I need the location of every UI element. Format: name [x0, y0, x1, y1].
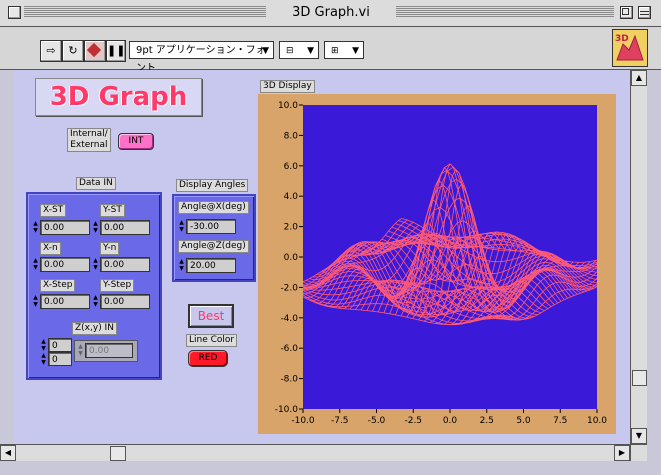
front-panel: 3D Graph Internal/ External INT Data IN …	[14, 70, 630, 444]
x-n-label: X-n	[40, 242, 61, 255]
x-tick-label: 2.5	[480, 416, 494, 426]
grow-box-icon[interactable]	[630, 444, 647, 461]
display-angles-label: Display Angles	[176, 179, 249, 192]
x-st-input[interactable]: 0.00	[40, 220, 90, 235]
x-step-input[interactable]: 0.00	[40, 294, 90, 309]
x-n-input[interactable]: 0.00	[40, 257, 90, 272]
align-icon: ⊟	[286, 46, 294, 56]
y-tick-label: -8.0	[280, 375, 298, 385]
x-tick-label: -10.0	[291, 416, 315, 426]
chevron-down-icon: ▼	[307, 46, 314, 56]
zxy-index1-input[interactable]: 0	[48, 338, 72, 352]
line-color-button[interactable]: RED	[188, 350, 228, 367]
data-in-label: Data IN	[76, 177, 116, 190]
y-st-input[interactable]: 0.00	[100, 220, 150, 235]
x-tick-label: 10.0	[587, 416, 607, 426]
y-tick-label: -6.0	[280, 344, 298, 354]
vertical-scroll-thumb[interactable]	[632, 370, 647, 386]
x-st-label: X-ST	[40, 204, 67, 217]
zxy-value-spinner[interactable]: ▲ ▼	[77, 343, 84, 358]
best-button[interactable]: Best	[188, 304, 234, 328]
int-ext-toggle-button[interactable]: INT	[118, 133, 154, 150]
horizontal-scroll-thumb[interactable]	[110, 446, 126, 461]
chevron-down-icon: ▼	[262, 46, 269, 56]
y-n-label: Y-n	[100, 242, 120, 255]
panel-title: 3D Graph	[49, 82, 188, 112]
labview-window: 3D Graph.vi ⇨ ↻ ❚❚ 9pt アプリケーション・フォント ▼ ⊟…	[0, 0, 661, 475]
x-tick-label: -2.5	[404, 416, 422, 426]
y-tick-label: 4.0	[284, 192, 299, 202]
x-tick-label: -5.0	[368, 416, 386, 426]
int-ext-label-line2: External	[70, 140, 108, 150]
x-tick-label: 0.0	[443, 416, 458, 426]
collapse-box-icon[interactable]	[638, 6, 651, 19]
scroll-up-arrow-icon[interactable]: ▲	[631, 70, 647, 86]
y-tick-label: -2.0	[280, 283, 298, 293]
scroll-right-arrow-icon[interactable]: ▶	[614, 445, 630, 461]
y-tick-label: 10.0	[278, 101, 298, 111]
pause-icon[interactable]: ❚❚	[106, 40, 126, 62]
3d-display-label: 3D Display	[260, 80, 315, 93]
3d-graph[interactable]: 10.0 8.0 6.0 4.0 2.0 0.0 -2.0 -4.0 -6.0 -8.0 -10.0…	[258, 94, 616, 434]
distribute-icon: ⊞	[331, 46, 339, 56]
y-n-spinner[interactable]: ▲ ▼	[92, 257, 99, 272]
zoom-box-icon[interactable]	[620, 6, 633, 19]
run-continuously-icon[interactable]: ↻	[62, 40, 84, 62]
y-n-input[interactable]: 0.00	[100, 257, 150, 272]
zxy-in-label: Z(x,y) IN	[72, 322, 117, 335]
zxy-array-frame: ▲ ▼ 0.00	[74, 340, 138, 362]
line-color-label: Line Color	[186, 334, 238, 347]
y-tick-label: 2.0	[284, 223, 299, 233]
vertical-scrollbar[interactable]: ▲ ▼	[630, 70, 647, 444]
y-st-label: Y-ST	[100, 204, 125, 217]
vi-icon-label: 3D	[615, 34, 629, 44]
close-box-icon[interactable]	[8, 6, 21, 19]
int-ext-label-line1: Internal/	[70, 129, 108, 139]
int-ext-label: Internal/ External	[67, 128, 111, 152]
angle-z-input[interactable]: 20.00	[186, 258, 236, 273]
chevron-down-icon: ▼	[352, 46, 359, 56]
align-objects-select[interactable]: ⊟ ▼	[279, 41, 319, 59]
angle-x-input[interactable]: -30.00	[186, 219, 236, 234]
angle-x-label: Angle@X(deg)	[178, 201, 249, 214]
data-in-cluster: X-ST Y-ST ▲ ▼ 0.00 ▲ ▼ 0.00 X-n Y-n ▲ ▼ 0.0…	[26, 192, 162, 380]
zxy-value-input[interactable]: 0.00	[85, 343, 133, 358]
x-st-spinner[interactable]: ▲ ▼	[32, 220, 39, 235]
angle-z-spinner[interactable]: ▲ ▼	[178, 258, 185, 273]
angle-z-label: Angle@Z(deg)	[178, 240, 249, 253]
title-label-box: 3D Graph	[35, 78, 202, 116]
x-step-label: X-Step	[40, 279, 76, 292]
3d-graph-frame: 10.0 8.0 6.0 4.0 2.0 0.0 -2.0 -4.0 -6.0 -8.0 -10.0…	[258, 94, 616, 434]
y-step-label: Y-Step	[100, 279, 135, 292]
horizontal-scrollbar[interactable]: ◀ ▶	[0, 444, 630, 461]
x-step-spinner[interactable]: ▲ ▼	[32, 294, 39, 309]
title-bar[interactable]: 3D Graph.vi	[0, 0, 661, 27]
y-tick-label: -10.0	[275, 405, 299, 415]
y-tick-label: 6.0	[284, 162, 299, 172]
y-step-input[interactable]: 0.00	[100, 294, 150, 309]
y-tick-label: -4.0	[280, 314, 298, 324]
x-tick-label: -7.5	[331, 416, 349, 426]
scroll-left-arrow-icon[interactable]: ◀	[0, 445, 16, 461]
x-tick-label: 5.0	[516, 416, 531, 426]
angle-x-spinner[interactable]: ▲ ▼	[178, 219, 185, 234]
zxy-index2-input[interactable]: 0	[48, 352, 72, 366]
zxy-index2-spinner[interactable]: ▲ ▼	[40, 352, 47, 366]
x-n-spinner[interactable]: ▲ ▼	[32, 257, 39, 272]
y-step-spinner[interactable]: ▲ ▼	[92, 294, 99, 309]
vi-icon[interactable]: 3D	[612, 29, 648, 67]
toolbar: ⇨ ↻ ❚❚ 9pt アプリケーション・フォント ▼ ⊟ ▼ ⊞ ▼ 3D	[0, 27, 661, 74]
window-title: 3D Graph.vi	[266, 6, 396, 20]
y-st-spinner[interactable]: ▲ ▼	[92, 220, 99, 235]
zxy-index1-spinner[interactable]: ▲ ▼	[40, 338, 47, 352]
display-angles-cluster: Angle@X(deg) ▲ ▼ -30.00 Angle@Z(deg) ▲ ▼ 2…	[172, 194, 256, 282]
font-select[interactable]: 9pt アプリケーション・フォント ▼	[129, 41, 274, 74]
run-arrow-icon[interactable]: ⇨	[40, 40, 62, 62]
x-tick-label: 7.5	[553, 416, 567, 426]
distribute-objects-select[interactable]: ⊞ ▼	[324, 41, 364, 59]
y-tick-label: 8.0	[284, 131, 299, 141]
scroll-down-arrow-icon[interactable]: ▼	[631, 428, 647, 444]
abort-stop-icon[interactable]	[84, 40, 106, 62]
y-tick-label: 0.0	[284, 253, 299, 263]
